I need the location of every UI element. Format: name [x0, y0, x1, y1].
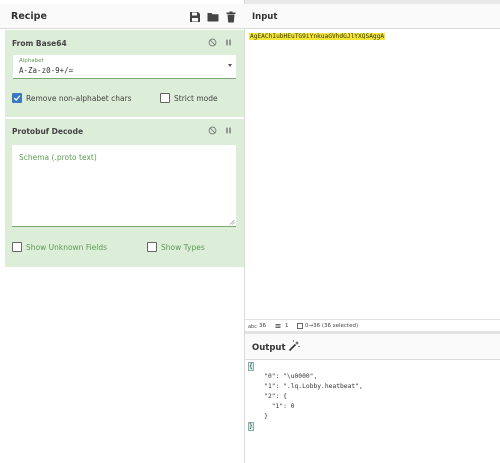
output-header: Output: [245, 334, 500, 360]
alphabet-label: Alphabet: [19, 58, 44, 64]
operation-protobuf-decode: Protobuf Decode Schema (.proto text) Sho…: [5, 119, 244, 267]
input-textarea[interactable]: AgEAChIubHEuTG9iYnkuaGVhdGJlYXQSAggA: [249, 33, 386, 40]
input-length: 36: [259, 323, 266, 329]
remove-non-alphabet-label: Remove non-alphabet chars: [26, 94, 132, 103]
output-line: "1": ".lq.Lobby.heatbeat",: [249, 383, 363, 390]
show-unknown-fields-label: Show Unknown Fields: [26, 243, 108, 252]
input-pane: Input AgEAChIubHEuTG9iYnkuaGVhdGJlYXQSAg…: [245, 4, 500, 334]
show-types-checkbox[interactable]: [147, 242, 157, 252]
output-line: {: [248, 362, 254, 371]
output-title: Output: [252, 343, 286, 353]
schema-textarea[interactable]: Schema (.proto text): [12, 145, 236, 227]
output-line: }: [249, 413, 268, 420]
recipe-title: Recipe: [11, 11, 47, 22]
save-icon[interactable]: [189, 11, 201, 23]
alphabet-select[interactable]: Alphabet A-Za-z0-9+/=: [13, 55, 236, 79]
show-unknown-fields-checkbox[interactable]: [12, 242, 22, 252]
checkmark-icon: [13, 95, 21, 101]
schema-placeholder: Schema (.proto text): [19, 153, 97, 162]
input-status-bar: abc 36 1 0→36 (36 selected): [245, 319, 500, 331]
folder-icon[interactable]: [207, 11, 219, 23]
remove-non-alphabet-checkbox[interactable]: [12, 93, 22, 103]
alphabet-value: A-Za-z0-9+/=: [19, 66, 74, 75]
output-line: "1": 0: [249, 403, 295, 410]
recipe-header: Recipe: [0, 4, 245, 29]
lines-icon: [275, 324, 281, 328]
disable-icon[interactable]: [208, 38, 217, 47]
strict-mode-checkbox[interactable]: [160, 93, 170, 103]
operation-title: Protobuf Decode: [12, 127, 84, 136]
strict-mode-label: Strict mode: [174, 94, 218, 103]
input-title: Input: [252, 12, 278, 22]
show-types-label: Show Types: [161, 243, 205, 252]
selection-icon: [297, 323, 303, 329]
input-header: Input: [245, 4, 500, 29]
output-line: }: [248, 422, 254, 431]
chevron-down-icon: [228, 64, 232, 67]
pause-icon[interactable]: [224, 38, 233, 47]
pause-icon[interactable]: [224, 126, 233, 135]
operation-from-base64: From Base64 Alphabet A-Za-z0-9+/= Remove…: [5, 30, 244, 117]
operation-title: From Base64: [12, 39, 67, 48]
resize-handle-icon[interactable]: [229, 219, 235, 225]
input-selection: 0→36 (36 selected): [305, 323, 359, 329]
trash-icon[interactable]: [225, 11, 237, 23]
output-pane: Output { "0": "\u0000", "1": ".lq.Lobby.…: [245, 334, 500, 463]
disable-icon[interactable]: [208, 126, 217, 135]
magic-wand-icon[interactable]: [288, 340, 300, 352]
output-line: "0": "\u0000",: [249, 373, 318, 380]
input-lines: 1: [285, 323, 289, 329]
length-icon: abc: [248, 324, 257, 329]
output-line: "2": {: [249, 393, 287, 400]
recipe-panel: Recipe From Base64 Alphabet A-Za-z0-9+/=: [0, 0, 245, 463]
svg-text:abc: abc: [248, 324, 257, 329]
